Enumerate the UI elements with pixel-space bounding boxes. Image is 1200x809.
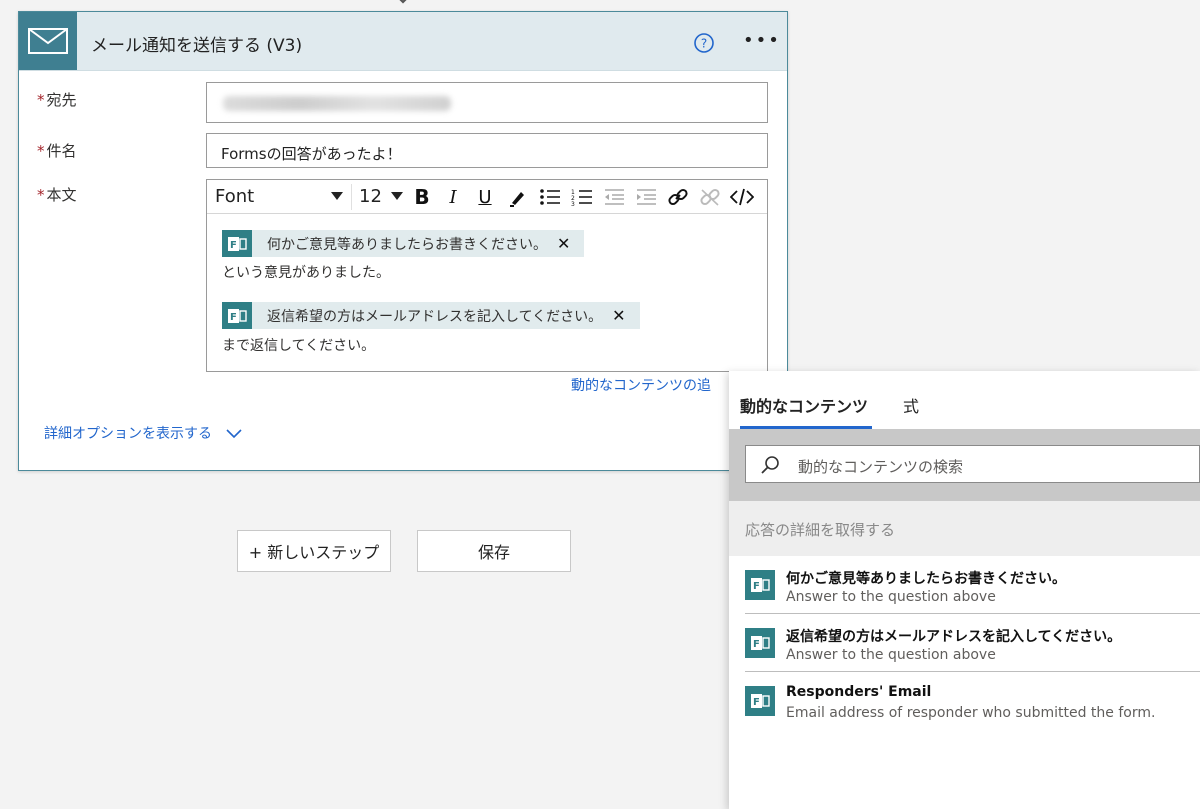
item-name: 何かご意見等ありましたらお書きください。	[786, 571, 1066, 587]
subject-input[interactable]: Formsの回答があったよ！	[206, 133, 768, 168]
link-icon[interactable]	[665, 184, 691, 210]
item-description: Email address of responder who submitted…	[786, 705, 1156, 721]
to-input[interactable]	[206, 82, 768, 123]
svg-text:F: F	[753, 639, 760, 650]
dynamic-token-reply[interactable]: F 返信希望の方はメールアドレスを記入してください。 ✕	[222, 302, 640, 329]
mail-icon	[19, 12, 77, 70]
more-options-icon[interactable]: •••	[743, 30, 781, 51]
dynamic-content-search-input[interactable]: 動的なコンテンツの検索	[745, 445, 1200, 483]
svg-text:?: ?	[701, 37, 707, 51]
svg-text:F: F	[753, 581, 760, 592]
dynamic-content-item[interactable]: F Responders' Email Email address of res…	[729, 673, 1200, 729]
subject-label: * 件名	[37, 142, 77, 160]
forms-icon: F	[222, 302, 252, 329]
bold-icon[interactable]: B	[409, 184, 435, 210]
tab-expression[interactable]: 式	[903, 393, 919, 417]
numbered-list-icon[interactable]: 123	[569, 184, 595, 210]
card-header[interactable]: メール通知を送信する (V3) ? •••	[19, 12, 787, 71]
search-area: 動的なコンテンツの検索	[729, 429, 1200, 501]
bullet-list-icon[interactable]	[537, 184, 563, 210]
save-button[interactable]: 保存	[417, 530, 571, 572]
chevron-down-icon	[391, 192, 403, 200]
indent-increase-icon[interactable]	[633, 184, 659, 210]
panel-pointer	[716, 386, 730, 410]
item-description: Answer to the question above	[786, 647, 996, 663]
forms-icon: F	[745, 570, 775, 600]
svg-text:F: F	[230, 312, 237, 323]
svg-text:F: F	[753, 697, 760, 708]
svg-text:3: 3	[571, 201, 575, 207]
connector-arrow-icon	[399, 0, 407, 4]
new-step-button[interactable]: + 新しいステップ	[237, 530, 391, 572]
help-icon[interactable]: ?	[693, 32, 715, 54]
dynamic-token-opinion[interactable]: F 何かご意見等ありましたらお書きください。 ✕	[222, 230, 585, 257]
tab-dynamic-content[interactable]: 動的なコンテンツ	[740, 393, 868, 417]
search-icon	[761, 456, 779, 474]
to-label: * 宛先	[37, 91, 77, 109]
forms-icon: F	[222, 230, 252, 257]
svg-text:F: F	[230, 240, 237, 251]
group-header: 応答の詳細を取得する	[729, 501, 1200, 556]
chevron-down-icon	[226, 429, 243, 439]
remove-token-icon[interactable]: ✕	[557, 234, 584, 253]
font-select[interactable]: Font	[215, 186, 343, 208]
item-name: Responders' Email	[786, 684, 932, 700]
item-description: Answer to the question above	[786, 589, 996, 605]
font-color-icon[interactable]	[505, 184, 531, 210]
dynamic-content-item[interactable]: F 何かご意見等ありましたらお書きください。 Answer to the que…	[729, 557, 1200, 613]
font-size-select[interactable]: 12	[359, 186, 403, 208]
rich-text-toolbar: Font 12 B I U 123	[207, 180, 767, 214]
send-email-action-card: メール通知を送信する (V3) ? ••• * 宛先 * 件名 Formsの回答があ…	[18, 11, 788, 471]
body-text-line: という意見がありました。	[222, 265, 390, 281]
italic-icon[interactable]: I	[440, 184, 466, 210]
dynamic-content-item[interactable]: F 返信希望の方はメールアドレスを記入してください。 Answer to the…	[729, 615, 1200, 671]
show-advanced-options-link[interactable]: 詳細オプションを表示する	[44, 423, 243, 443]
code-view-icon[interactable]	[729, 184, 755, 210]
add-dynamic-content-link[interactable]: 動的なコンテンツの追	[571, 375, 711, 395]
search-placeholder: 動的なコンテンツの検索	[798, 458, 964, 476]
forms-icon: F	[745, 686, 775, 716]
dynamic-content-panel: 動的なコンテンツ 式 動的なコンテンツの検索 応答の詳細を取得する F 何かご意…	[729, 371, 1200, 809]
underline-icon[interactable]: U	[472, 184, 498, 210]
forms-icon: F	[745, 628, 775, 658]
body-text-line: まで返信してください。	[222, 338, 376, 354]
redacted-email-value	[223, 96, 451, 111]
chevron-down-icon	[331, 192, 343, 200]
body-label: * 本文	[37, 186, 77, 204]
remove-token-icon[interactable]: ✕	[612, 306, 639, 325]
body-editor[interactable]: Font 12 B I U 123 F 何かご意見等ありましたらお書きください。…	[206, 179, 768, 372]
item-name: 返信希望の方はメールアドレスを記入してください。	[786, 629, 1122, 645]
unlink-icon[interactable]	[697, 184, 723, 210]
indent-decrease-icon[interactable]	[601, 184, 627, 210]
card-title: メール通知を送信する (V3)	[91, 36, 303, 56]
